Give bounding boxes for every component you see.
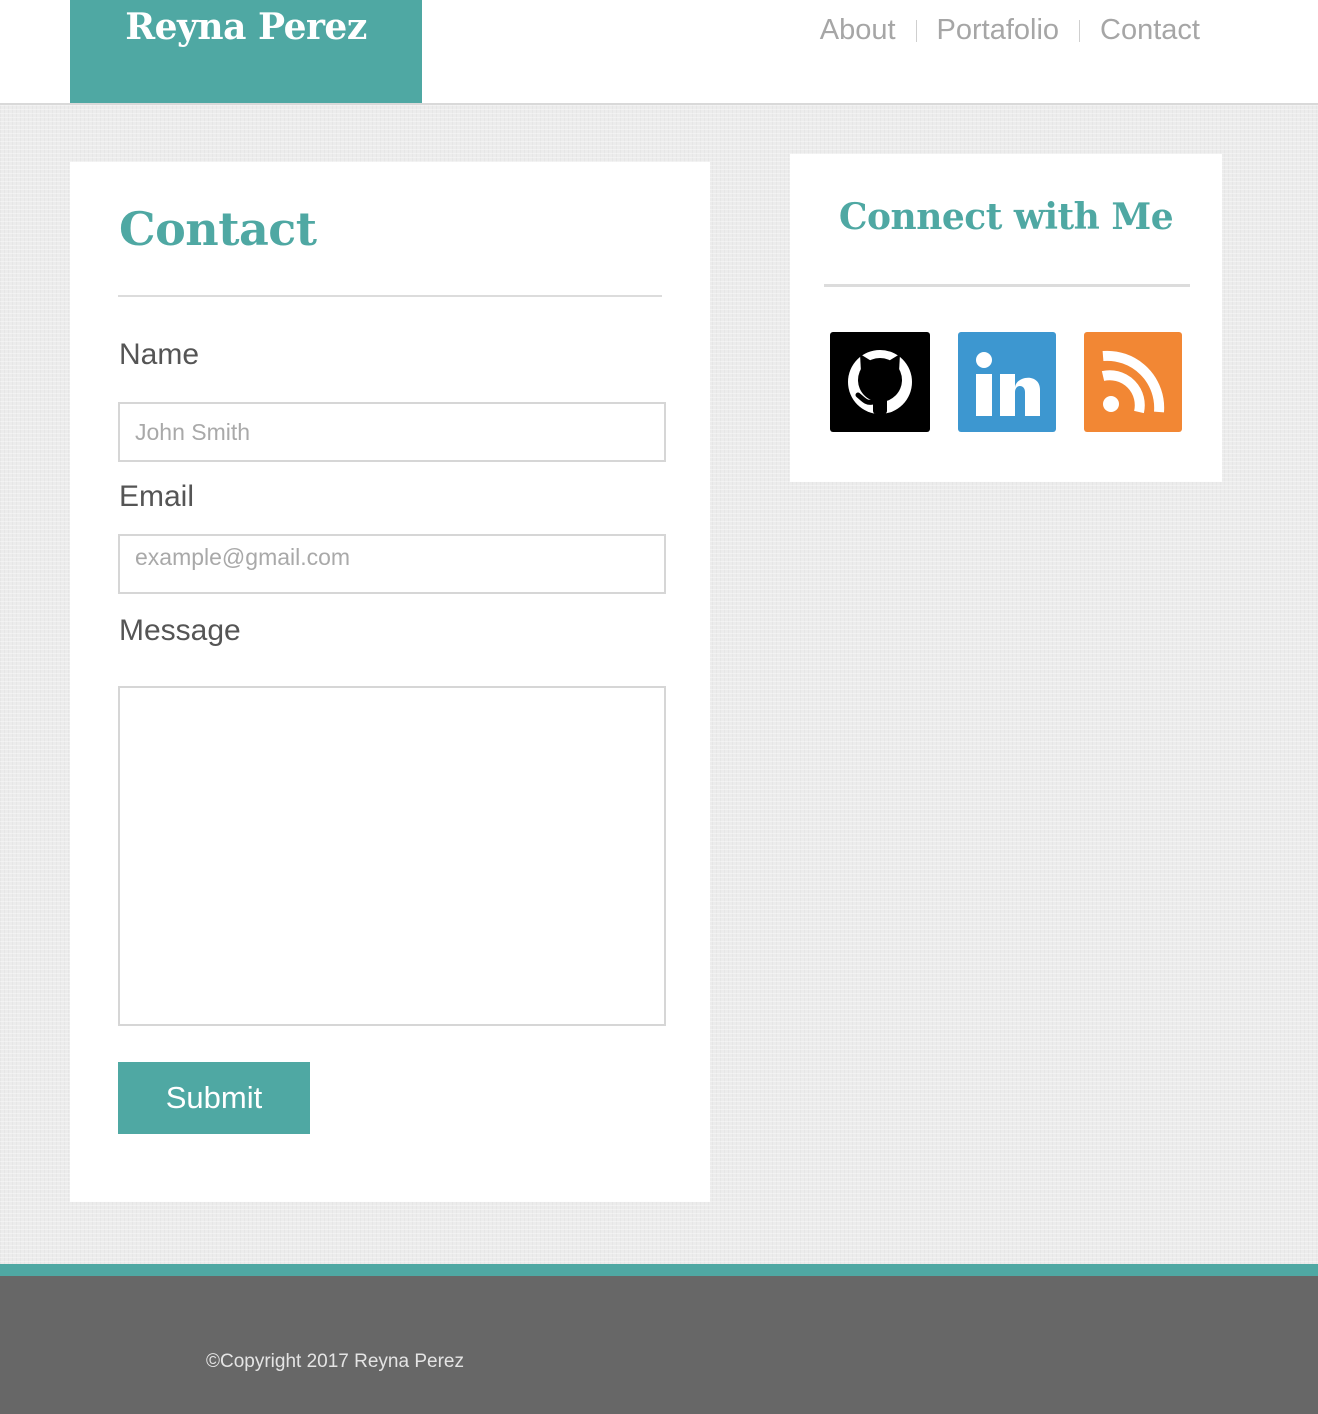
- connect-divider: [824, 284, 1190, 287]
- github-icon: [848, 350, 912, 414]
- copyright-text: ©Copyright 2017 Reyna Perez: [206, 1351, 464, 1372]
- connect-title: Connect with Me: [838, 196, 1174, 238]
- nav-contact[interactable]: Contact: [1100, 14, 1200, 47]
- site-header: Reyna Perez About Portafolio Contact: [0, 0, 1318, 105]
- nav-separator: [915, 19, 917, 42]
- email-input[interactable]: [118, 534, 666, 594]
- message-textarea[interactable]: [118, 686, 666, 1026]
- main-nav: About Portafolio Contact: [820, 14, 1200, 47]
- nav-about[interactable]: About: [820, 14, 896, 47]
- contact-card: Contact Name Email Message Submit: [70, 162, 710, 1202]
- rss-link[interactable]: [1084, 332, 1182, 432]
- connect-card: Connect with Me: [790, 154, 1222, 482]
- contact-title: Contact: [119, 202, 317, 256]
- site-footer: ©Copyright 2017 Reyna Perez: [0, 1264, 1318, 1414]
- name-input[interactable]: [118, 402, 666, 462]
- name-label: Name: [119, 338, 200, 371]
- linkedin-icon: [976, 352, 1040, 416]
- brand-block[interactable]: Reyna Perez: [70, 0, 422, 103]
- message-label: Message: [119, 614, 241, 647]
- github-link[interactable]: [830, 332, 930, 432]
- nav-separator: [1079, 19, 1081, 42]
- contact-divider: [118, 295, 662, 297]
- nav-portafolio[interactable]: Portafolio: [937, 14, 1060, 47]
- rss-icon: [1101, 350, 1165, 414]
- submit-button[interactable]: Submit: [118, 1062, 310, 1134]
- email-label: Email: [119, 480, 195, 513]
- linkedin-link[interactable]: [958, 332, 1056, 432]
- brand-name[interactable]: Reyna Perez: [70, 6, 422, 48]
